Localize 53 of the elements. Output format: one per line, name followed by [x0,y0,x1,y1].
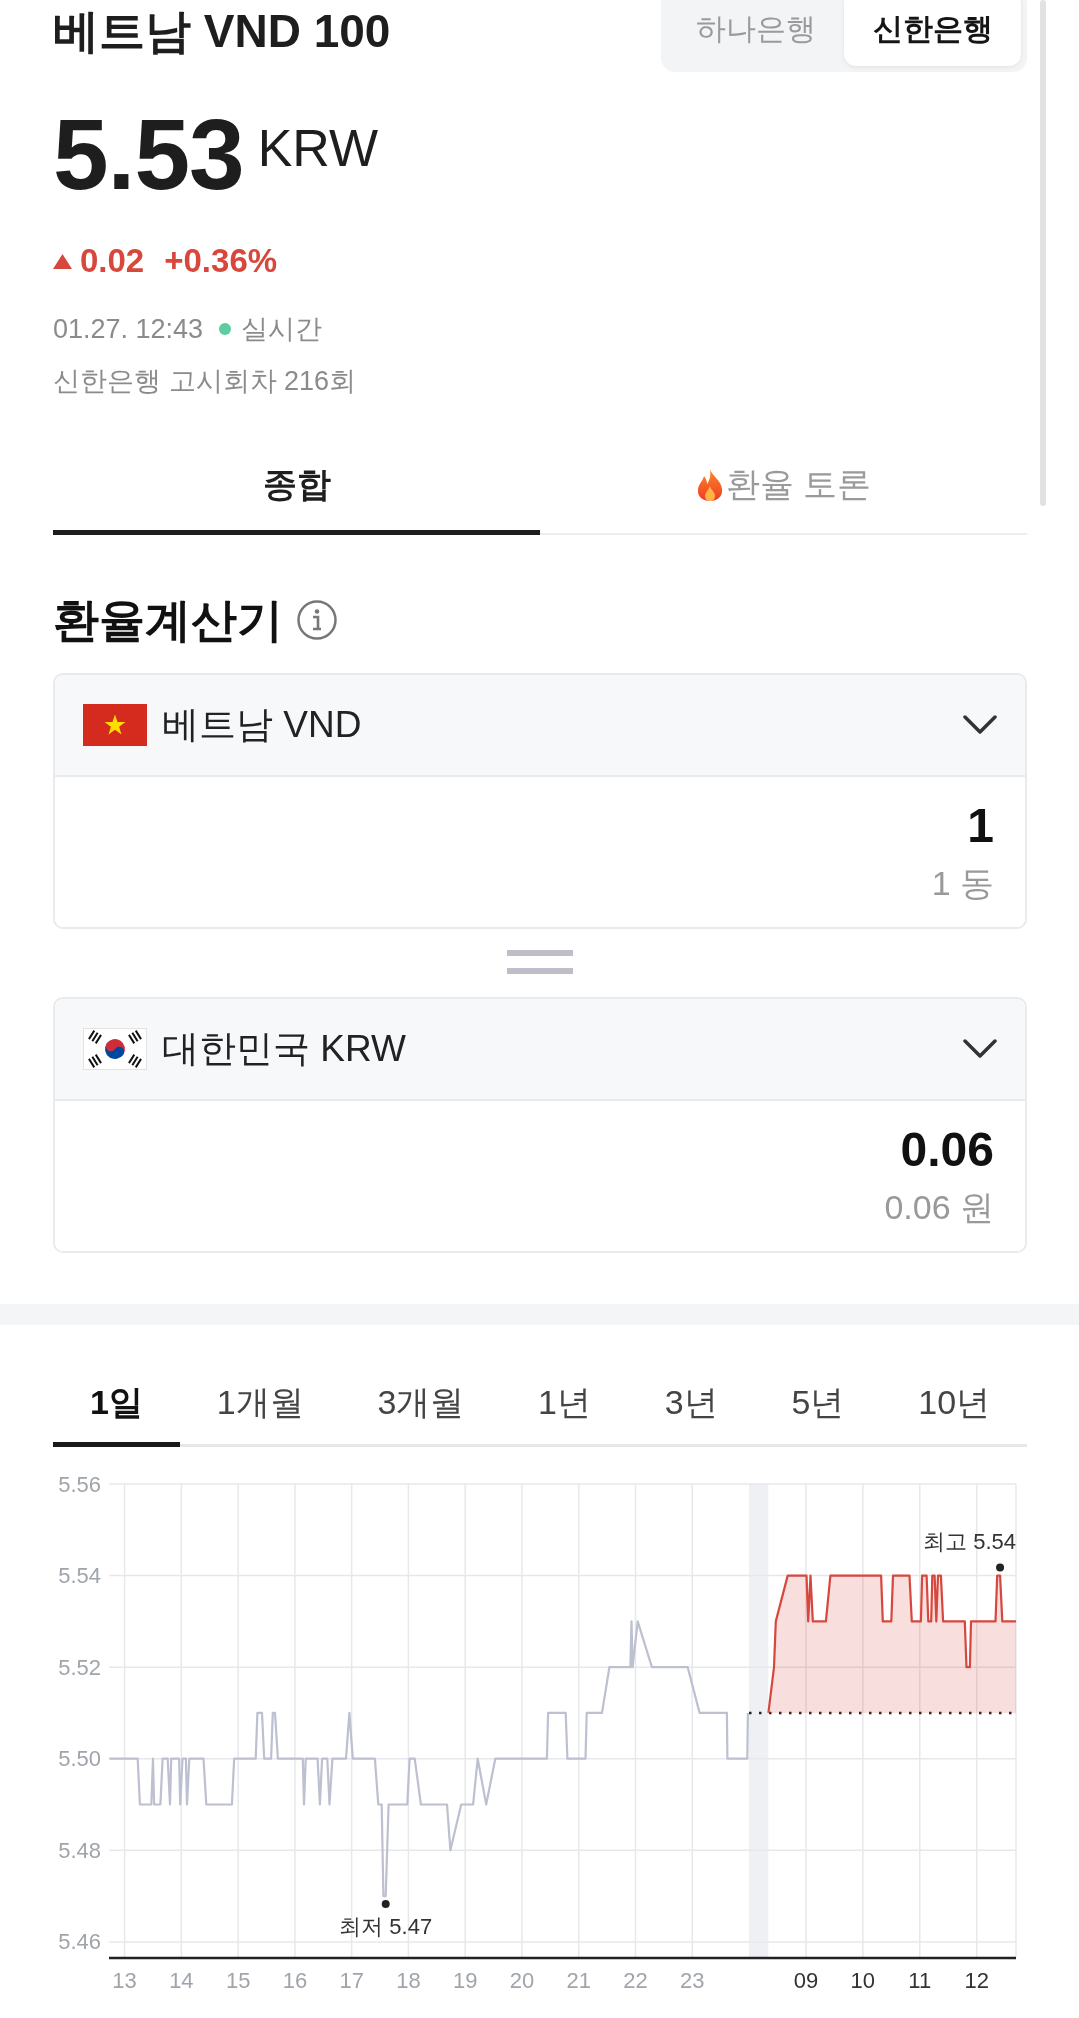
change-percent: +0.36% [164,241,278,281]
fire-icon [695,468,724,502]
x-axis-label: 23 [680,1967,705,1993]
currency-select[interactable]: 베트남 VND [55,675,1025,777]
x-axis-label: 22 [623,1967,648,1993]
info-icon[interactable] [297,600,337,640]
x-axis-label: 20 [509,1967,535,1993]
period-tab[interactable]: 1년 [501,1363,628,1447]
price-value: 5.53 [53,104,244,204]
chevron-down-icon [963,1039,997,1059]
x-axis-label: 14 [169,1967,194,1993]
section-title: 환율계산기 [53,593,283,648]
period-tab[interactable]: 5년 [754,1363,882,1447]
x-axis-label: 21 [566,1967,591,1993]
y-axis-label: 5.48 [58,1837,101,1863]
currency-unit: KRW [257,122,379,174]
period-tab[interactable]: 1개월 [179,1363,341,1447]
vietnam-flag-icon [83,704,147,746]
y-axis-label: 5.52 [58,1654,101,1680]
marker-dot-icon [381,1900,390,1909]
page-title: 베트남 VND 100 [53,4,391,58]
x-axis-label: 19 [452,1967,478,1993]
y-axis-label: 5.46 [58,1929,101,1955]
x-axis-label: 09 [793,1967,819,1993]
marker-dot-icon [996,1563,1005,1572]
bank-tab[interactable]: 신한은행 [844,0,1021,66]
live-label: 실시간 [241,313,323,346]
y-axis-label: 5.50 [58,1746,101,1772]
amount-in-words: 1 동 [931,863,994,903]
x-axis-label: 16 [282,1967,308,1993]
x-axis-label: 18 [396,1967,421,1993]
period-tab[interactable]: 3개월 [340,1363,502,1447]
x-axis-label: 11 [908,1967,932,1993]
point-label: 최고 5.54 [923,1529,1016,1555]
point-label: 최저 5.47 [339,1913,433,1939]
change-amount: 0.02 [80,241,145,281]
tab[interactable]: 종합 [53,440,540,535]
period-tab[interactable]: 3년 [627,1363,755,1447]
currency-select[interactable]: 대한민국 KRW [55,999,1025,1101]
x-axis-label: 10 [850,1967,876,1993]
update-time: 01.27. 12:43 [53,313,204,346]
y-axis-label: 5.54 [58,1563,101,1589]
y-axis-label: 5.56 [58,1471,101,1497]
x-axis-label: 15 [225,1967,251,1993]
period-tab[interactable]: 1일 [53,1363,180,1447]
x-axis-label: 13 [112,1967,137,1993]
x-axis-label: 12 [964,1967,989,1993]
amount-in-words: 0.06 원 [884,1187,994,1227]
x-axis-label: 17 [339,1967,364,1993]
rate-notice: 신한은행 고시회차 216회 [53,365,357,398]
korea-flag-icon [83,1028,147,1070]
period-tab[interactable]: 10년 [881,1363,1028,1447]
chevron-down-icon [963,715,997,735]
